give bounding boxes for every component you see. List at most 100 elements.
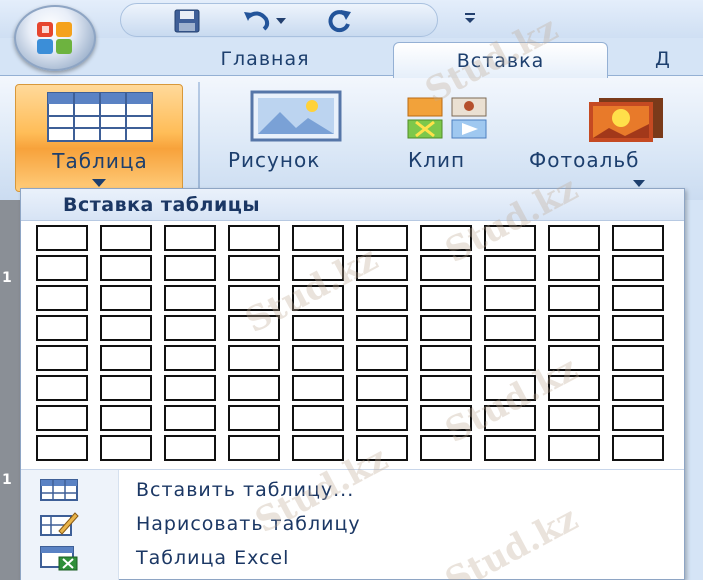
grid-cell[interactable] (548, 315, 600, 341)
grid-cell[interactable] (292, 435, 344, 461)
grid-cell[interactable] (612, 225, 664, 251)
grid-cell[interactable] (228, 315, 280, 341)
grid-cell[interactable] (228, 225, 280, 251)
menu-item-draw-table[interactable]: Нарисовать таблицу (21, 507, 684, 541)
grid-cell[interactable] (292, 345, 344, 371)
menu-item-label: Таблица Excel (136, 547, 290, 569)
grid-cell[interactable] (612, 315, 664, 341)
grid-cell[interactable] (292, 375, 344, 401)
grid-cell[interactable] (164, 375, 216, 401)
grid-cell[interactable] (612, 375, 664, 401)
grid-cell[interactable] (420, 345, 472, 371)
grid-cell[interactable] (292, 315, 344, 341)
grid-cell[interactable] (484, 285, 536, 311)
grid-cell[interactable] (356, 345, 408, 371)
grid-cell[interactable] (420, 285, 472, 311)
grid-cell[interactable] (100, 345, 152, 371)
grid-cell[interactable] (484, 315, 536, 341)
undo-button[interactable] (239, 7, 275, 35)
grid-cell[interactable] (612, 435, 664, 461)
grid-cell[interactable] (164, 225, 216, 251)
tab-home[interactable]: Главная (180, 42, 350, 76)
office-button[interactable] (14, 5, 96, 71)
grid-cell[interactable] (36, 405, 88, 431)
clip-label: Клип (408, 148, 466, 172)
grid-cell[interactable] (548, 375, 600, 401)
grid-cell[interactable] (164, 315, 216, 341)
grid-cell[interactable] (484, 405, 536, 431)
picture-button[interactable]: Рисунок (222, 84, 382, 192)
grid-cell[interactable] (484, 375, 536, 401)
grid-cell[interactable] (548, 255, 600, 281)
dropdown-title: Вставка таблицы (63, 194, 261, 216)
grid-cell[interactable] (356, 375, 408, 401)
grid-cell[interactable] (420, 405, 472, 431)
grid-cell[interactable] (292, 405, 344, 431)
grid-cell[interactable] (548, 225, 600, 251)
grid-cell[interactable] (36, 345, 88, 371)
photo-album-button[interactable]: Фотоальб (525, 84, 703, 192)
grid-cell[interactable] (420, 375, 472, 401)
grid-cell[interactable] (228, 375, 280, 401)
grid-cell[interactable] (164, 255, 216, 281)
grid-cell[interactable] (356, 225, 408, 251)
save-button[interactable] (169, 7, 205, 35)
grid-cell[interactable] (484, 255, 536, 281)
grid-cell[interactable] (356, 315, 408, 341)
grid-cell[interactable] (484, 435, 536, 461)
grid-cell[interactable] (164, 285, 216, 311)
grid-cell[interactable] (100, 255, 152, 281)
menu-item-excel-table[interactable]: Таблица Excel (21, 541, 684, 575)
tab-insert[interactable]: Вставка (393, 42, 608, 78)
grid-cell[interactable] (164, 345, 216, 371)
grid-cell[interactable] (228, 255, 280, 281)
grid-cell[interactable] (612, 405, 664, 431)
grid-cell[interactable] (36, 285, 88, 311)
table-button[interactable]: Таблица (15, 84, 183, 192)
grid-cell[interactable] (484, 345, 536, 371)
grid-cell[interactable] (548, 435, 600, 461)
grid-cell[interactable] (420, 435, 472, 461)
grid-cell[interactable] (228, 285, 280, 311)
grid-cell[interactable] (356, 405, 408, 431)
grid-cell[interactable] (36, 375, 88, 401)
grid-cell[interactable] (420, 255, 472, 281)
grid-cell[interactable] (100, 285, 152, 311)
grid-cell[interactable] (292, 285, 344, 311)
grid-cell[interactable] (612, 345, 664, 371)
grid-cell[interactable] (36, 435, 88, 461)
grid-cell[interactable] (548, 345, 600, 371)
grid-cell[interactable] (164, 405, 216, 431)
grid-cell[interactable] (292, 225, 344, 251)
grid-cell[interactable] (36, 225, 88, 251)
menu-item-insert-table[interactable]: Вставить таблицу... (21, 473, 684, 507)
grid-cell[interactable] (100, 375, 152, 401)
grid-cell[interactable] (356, 435, 408, 461)
table-size-grid (36, 225, 676, 465)
grid-cell[interactable] (100, 405, 152, 431)
grid-cell[interactable] (164, 435, 216, 461)
grid-cell[interactable] (484, 225, 536, 251)
grid-cell[interactable] (36, 315, 88, 341)
clip-button[interactable]: Клип (398, 84, 508, 192)
grid-cell[interactable] (612, 255, 664, 281)
redo-button[interactable] (321, 7, 357, 35)
grid-cell[interactable] (356, 255, 408, 281)
grid-cell[interactable] (356, 285, 408, 311)
grid-cell[interactable] (612, 285, 664, 311)
undo-dropdown[interactable] (271, 7, 291, 35)
grid-cell[interactable] (100, 315, 152, 341)
grid-cell[interactable] (420, 315, 472, 341)
grid-cell[interactable] (36, 255, 88, 281)
grid-cell[interactable] (548, 405, 600, 431)
grid-cell[interactable] (548, 285, 600, 311)
grid-cell[interactable] (228, 345, 280, 371)
grid-cell[interactable] (228, 405, 280, 431)
grid-cell[interactable] (420, 225, 472, 251)
customize-qat-button[interactable] (455, 6, 485, 30)
grid-cell[interactable] (292, 255, 344, 281)
grid-cell[interactable] (100, 225, 152, 251)
grid-cell[interactable] (228, 435, 280, 461)
tab-next[interactable]: Д (655, 42, 703, 76)
grid-cell[interactable] (100, 435, 152, 461)
